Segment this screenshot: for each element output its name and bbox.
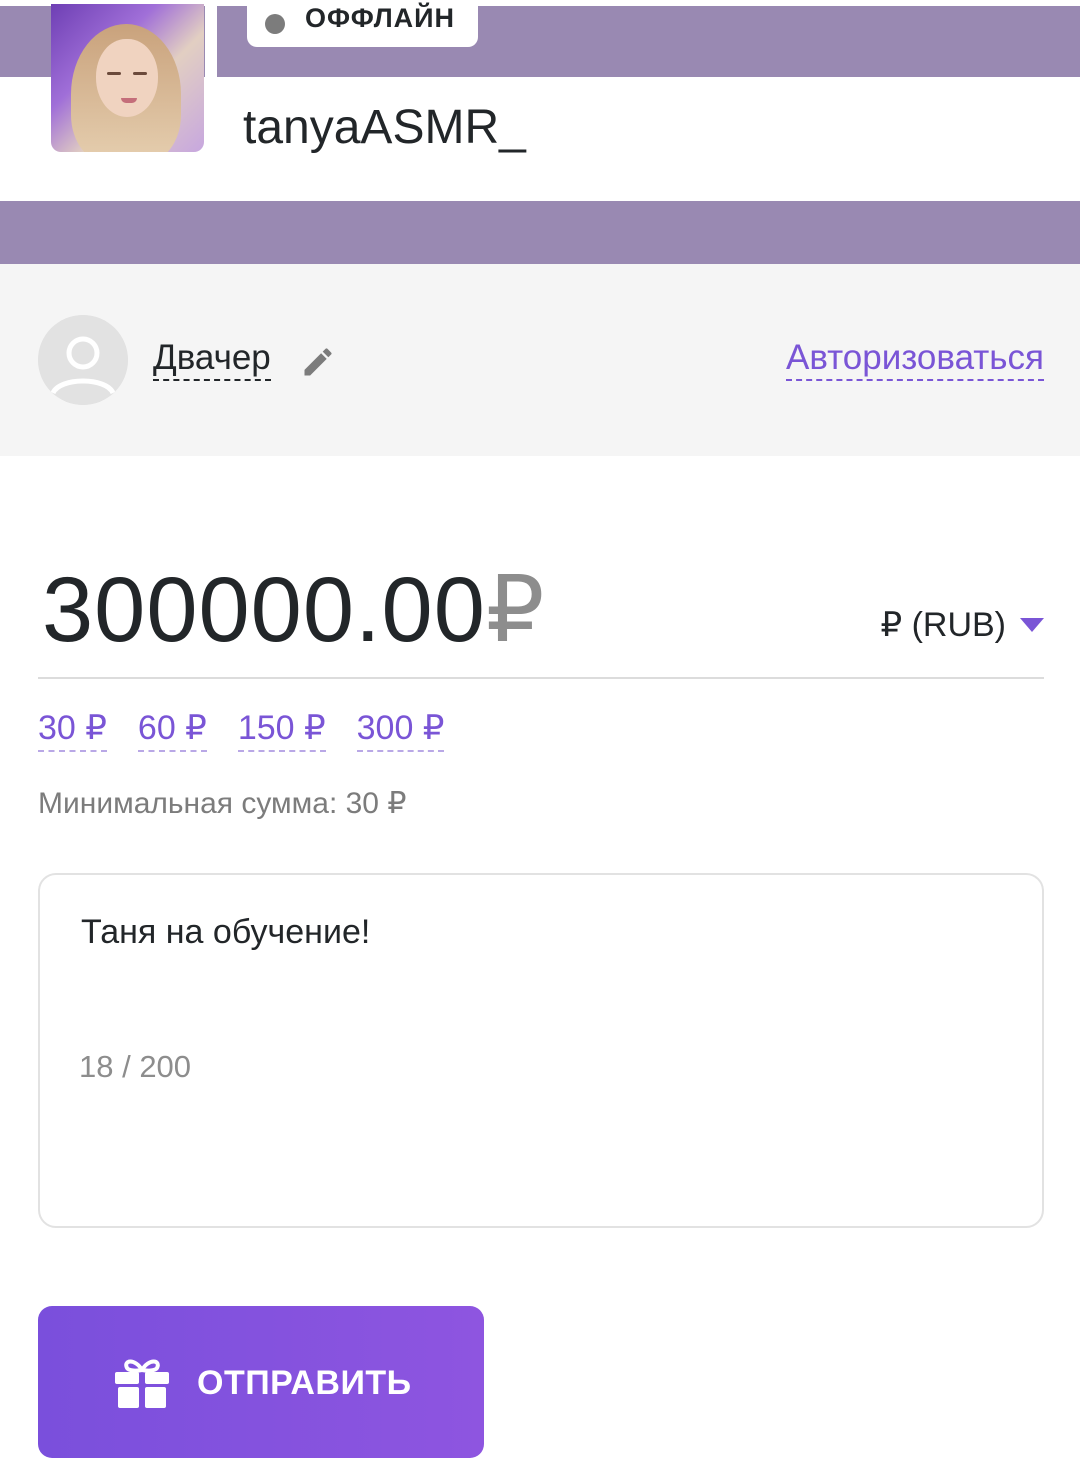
streamer-avatar [51, 4, 204, 152]
caret-down-icon [1020, 618, 1044, 632]
streamer-name: tanyaASMR_ [243, 101, 526, 154]
currency-label: ₽ (RUB) [880, 606, 1006, 644]
preset-amount-button[interactable]: 300 ₽ [356, 711, 445, 752]
min-sum-hint: Минимальная сумма: 30 ₽ [38, 787, 407, 820]
amount-currency-symbol: ₽ [485, 559, 546, 661]
amount-field[interactable]: 300000.00₽ ₽ (RUB) [38, 559, 1044, 679]
amount-input[interactable]: 300000.00₽ [42, 559, 546, 661]
preset-amount-button[interactable]: 150 ₽ [237, 711, 326, 752]
send-button[interactable]: ОТПРАВИТЬ [38, 1306, 484, 1458]
status-badge: ОФФЛАЙН [247, 0, 478, 47]
status-dot-icon [265, 13, 285, 34]
user-avatar-icon [38, 315, 128, 405]
profile-banner-bottom [0, 201, 1080, 264]
amount-value: 300000.00 [42, 559, 486, 661]
gift-icon [115, 1356, 169, 1413]
login-link[interactable]: Авторизоваться [785, 340, 1044, 381]
currency-select[interactable]: ₽ (RUB) [880, 605, 1044, 645]
char-counter: 18 / 200 [79, 1049, 192, 1084]
amount-presets: 30 ₽ 60 ₽ 150 ₽ 300 ₽ [38, 711, 475, 752]
preset-amount-button[interactable]: 60 ₽ [137, 711, 207, 752]
status-text: ОФФЛАЙН [305, 3, 456, 33]
pencil-icon[interactable] [300, 344, 336, 385]
banner-separator [205, 6, 217, 77]
message-textarea[interactable]: Таня на обучение! 18 / 200 [38, 873, 1044, 1228]
preset-amount-button[interactable]: 30 ₽ [38, 711, 107, 752]
sender-name[interactable]: Двачер [153, 340, 271, 381]
sender-bar: Двачер Авторизоваться [0, 264, 1080, 456]
message-text: Таня на обучение! [81, 913, 371, 951]
send-button-label: ОТПРАВИТЬ [197, 1364, 412, 1402]
